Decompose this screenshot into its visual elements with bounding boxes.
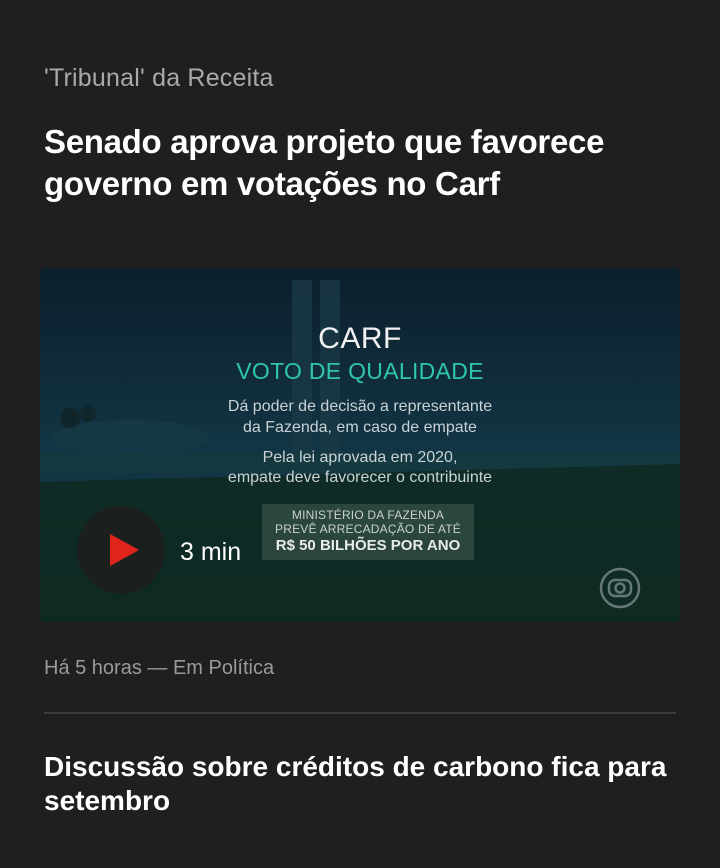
globo-logo-icon — [599, 567, 641, 609]
overlay-info-box: MINISTÉRIO DA FAZENDA PREVÊ ARRECADAÇÃO … — [262, 504, 474, 560]
play-button[interactable] — [77, 506, 165, 594]
video-thumbnail[interactable]: CARF VOTO DE QUALIDADE Dá poder de decis… — [40, 268, 680, 622]
video-duration: 3 min — [180, 538, 242, 566]
overlay-box-line-3: R$ 50 BILHÕES POR ANO — [275, 537, 461, 554]
overlay-box-line-1: MINISTÉRIO DA FAZENDA — [291, 508, 445, 522]
article-meta: Há 5 horas — Em Política — [44, 657, 275, 679]
play-icon — [110, 534, 139, 566]
overlay-line-3: Pela lei aprovada em 2020, — [262, 449, 458, 466]
overlay-subtitle: VOTO DE QUALIDADE — [236, 358, 484, 384]
overlay-line-1: Dá poder de decisão a representante — [227, 398, 493, 415]
overlay-title: CARF — [318, 322, 402, 355]
news-card[interactable]: 'Tribunal' da Receita Senado aprova proj… — [0, 0, 720, 868]
article-headline[interactable]: Senado aprova projeto que favorece gover… — [44, 121, 684, 205]
overlay-line-2: da Fazenda, em caso de empate — [243, 419, 477, 436]
article-kicker: 'Tribunal' da Receita — [44, 64, 274, 92]
overlay-line-4: empate deve favorecer o contribuinte — [227, 469, 493, 486]
overlay-box-line-2: PREVÊ ARRECADAÇÃO DE ATÉ — [275, 522, 461, 536]
next-article-headline[interactable]: Discussão sobre créditos de carbono fica… — [44, 750, 684, 818]
divider — [44, 712, 676, 714]
